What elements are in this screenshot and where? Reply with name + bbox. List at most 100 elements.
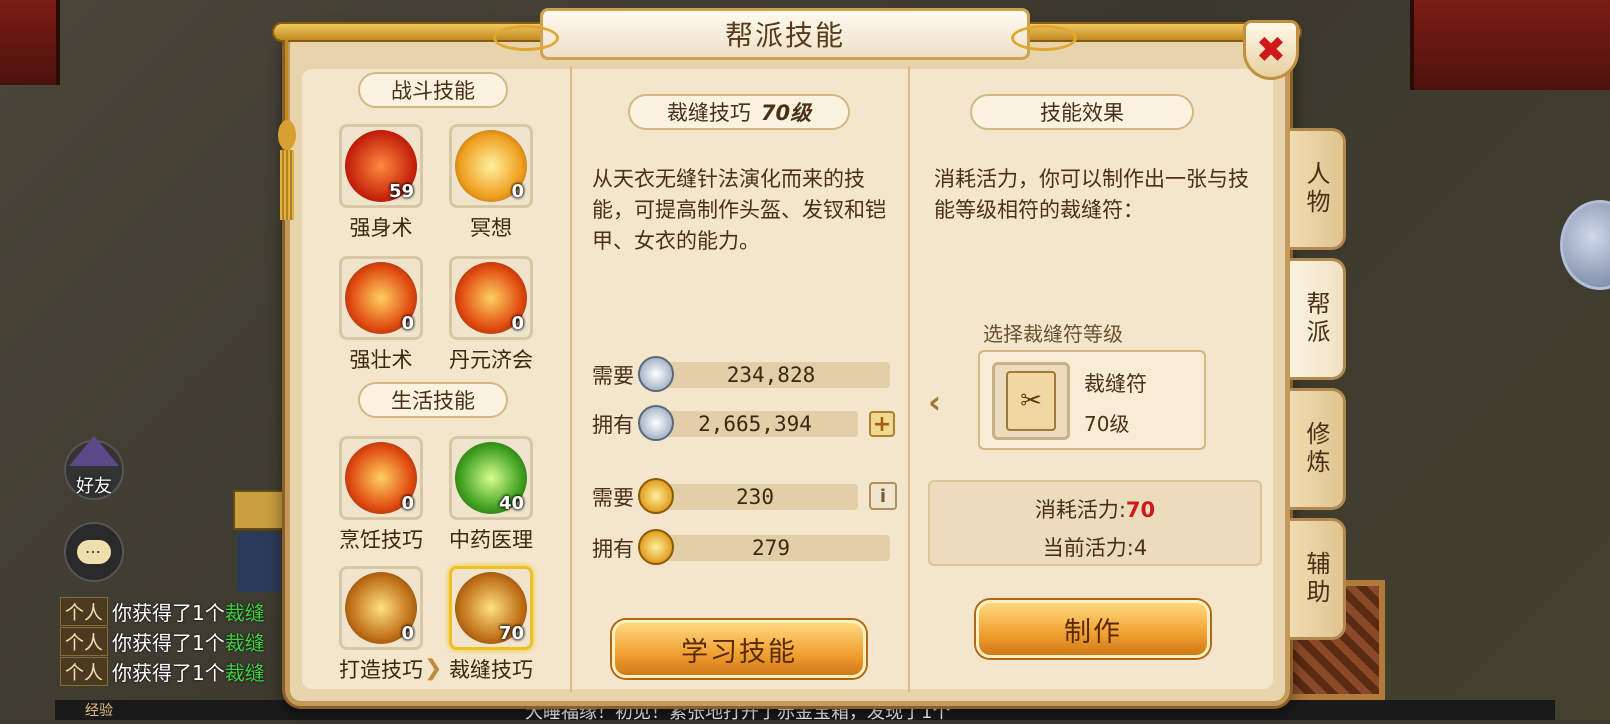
item-name: 裁缝符: [1084, 372, 1147, 396]
combat-skills-header: 战斗技能: [358, 72, 508, 108]
skill-zhongyao[interactable]: 40 中药医理: [449, 436, 533, 554]
chat-line: 个人 你获得了1个 裁缝: [60, 656, 310, 686]
tassel-decoration: [276, 40, 298, 220]
life-skills-header: 生活技能: [358, 382, 508, 418]
chat-line: 个人 你获得了1个 裁缝: [60, 626, 310, 656]
vitality-cost-value: 70: [1125, 498, 1156, 522]
skill-level: 0: [401, 493, 414, 514]
column-divider: [570, 66, 572, 692]
npc-body: [237, 532, 281, 592]
select-level-title: 选择裁缝符等级: [983, 322, 1123, 346]
page-title: 帮派技能: [724, 19, 845, 52]
contrib-have-label: 拥有: [592, 537, 634, 561]
gold-coin-icon: [638, 478, 674, 514]
chat-item-link[interactable]: 裁缝: [225, 657, 265, 686]
vitality-cost-line: 消耗活力:70: [930, 494, 1260, 524]
chat-tag: 个人: [60, 656, 109, 686]
vitality-current-label: 当前活力:: [1042, 536, 1134, 560]
skill-name: 强壮术: [349, 348, 413, 372]
money-need-value: 234,828: [726, 363, 816, 387]
add-money-button[interactable]: +: [869, 411, 895, 437]
contrib-have-value: 279: [752, 536, 790, 560]
money-have-value: 2,665,394: [698, 412, 812, 436]
chat-line: 个人 你获得了1个 裁缝: [60, 596, 310, 626]
chat-tag: 个人: [60, 596, 109, 626]
left-pillar: [0, 0, 60, 85]
tab-cultivation[interactable]: 修炼: [1290, 388, 1346, 510]
skill-title: 裁缝技巧: [666, 101, 751, 125]
money-have-label: 拥有: [592, 413, 634, 437]
tab-character[interactable]: 人物: [1290, 128, 1346, 250]
skill-effect-header: 技能效果: [970, 94, 1194, 130]
skill-mingxiang[interactable]: 0 冥想: [449, 124, 533, 242]
tab-assist[interactable]: 辅助: [1290, 518, 1346, 640]
skill-level: 0: [401, 313, 414, 334]
tab-guild[interactable]: 帮派: [1290, 258, 1346, 380]
title-plate: 帮派技能: [493, 8, 1077, 60]
chat-text: 你获得了1个: [112, 630, 225, 655]
silver-coin-icon: [638, 405, 674, 441]
money-need-row: 需要 234,828: [592, 356, 890, 392]
chat-log[interactable]: 个人 你获得了1个 裁缝 个人 你获得了1个 裁缝 个人 你获得了1个 裁缝: [60, 596, 310, 686]
skill-level: 40: [498, 493, 524, 514]
skill-caifeng[interactable]: 70 裁缝技巧: [449, 566, 533, 684]
skill-level: 0: [511, 313, 524, 334]
chevron-left-icon[interactable]: ‹: [928, 383, 941, 421]
chat-button[interactable]: [64, 522, 124, 582]
right-pillar: [1410, 0, 1610, 90]
chevron-down-icon[interactable]: ❯: [424, 656, 442, 681]
chat-text: 你获得了1个: [112, 660, 225, 685]
learn-skill-button[interactable]: 学习技能: [612, 620, 866, 678]
item-icon: ✂: [992, 362, 1070, 440]
contrib-need-label: 需要: [592, 486, 634, 510]
skill-name: 打造技巧: [339, 658, 423, 682]
silver-coin-icon: [638, 356, 674, 392]
vitality-cost-label: 消耗活力:: [1034, 498, 1126, 522]
skill-title-header: 裁缝技巧 70级: [628, 94, 850, 130]
scroll-icon: ✂: [1006, 371, 1056, 431]
chat-tag: 个人: [60, 626, 109, 656]
skill-name: 烹饪技巧: [339, 528, 423, 552]
skill-qiangzhuangshu[interactable]: 0 强壮术: [339, 256, 423, 374]
contrib-have-row: 拥有 279: [592, 529, 890, 565]
contrib-need-row: 需要 230: [592, 478, 858, 514]
close-button[interactable]: ✖: [1243, 20, 1299, 80]
skill-name: 裁缝技巧: [449, 658, 533, 682]
skill-level: 0: [511, 181, 524, 202]
money-have-row: 拥有 2,665,394: [592, 405, 858, 441]
chat-bubble-icon: [77, 538, 111, 564]
chat-item-link[interactable]: 裁缝: [225, 597, 265, 626]
skill-name: 冥想: [470, 216, 512, 240]
skill-level: 70: [498, 623, 524, 644]
skill-pengren[interactable]: 0 烹饪技巧: [339, 436, 423, 554]
info-button[interactable]: i: [869, 482, 897, 510]
column-divider: [908, 66, 910, 692]
contrib-need-bar: 230: [638, 478, 858, 514]
skill-name: 强身术: [349, 216, 413, 240]
vitality-current-line: 当前活力:4: [930, 532, 1260, 562]
chat-item-link[interactable]: 裁缝: [225, 627, 265, 656]
make-button[interactable]: 制作: [976, 600, 1210, 658]
skill-dazao[interactable]: 0 打造技巧: [339, 566, 423, 684]
vitality-current-value: 4: [1133, 536, 1148, 560]
friend-button[interactable]: 好友: [64, 436, 124, 500]
skill-level: 0: [401, 623, 414, 644]
money-need-label: 需要: [592, 364, 634, 388]
money-have-bar: 2,665,394: [638, 405, 858, 441]
skill-danyuanjihui[interactable]: 0 丹元济会: [449, 256, 533, 374]
skill-description: 从天衣无缝针法演化而来的技能，可提高制作头盔、发钗和铠甲、女衣的能力。: [592, 167, 886, 253]
skill-qiangshenshu[interactable]: 59 强身术: [339, 124, 423, 242]
chat-text: 你获得了1个: [112, 600, 225, 625]
friend-label: 好友: [76, 476, 112, 497]
skill-title-level: 70级: [760, 101, 812, 125]
exp-label: 经验: [85, 703, 113, 719]
money-need-bar: 234,828: [638, 356, 890, 392]
item-level: 70级: [1084, 412, 1130, 436]
skill-name: 中药医理: [449, 528, 533, 552]
close-icon: ✖: [1255, 29, 1287, 71]
npc-box: [233, 490, 285, 530]
vitality-box: 消耗活力:70 当前活力:4: [928, 480, 1262, 566]
item-selector[interactable]: ✂ 裁缝符 70级: [978, 350, 1206, 450]
skill-level: 59: [388, 181, 414, 202]
skill-effect-text: 消耗活力，你可以制作出一张与技能等级相符的裁缝符：: [934, 167, 1249, 222]
